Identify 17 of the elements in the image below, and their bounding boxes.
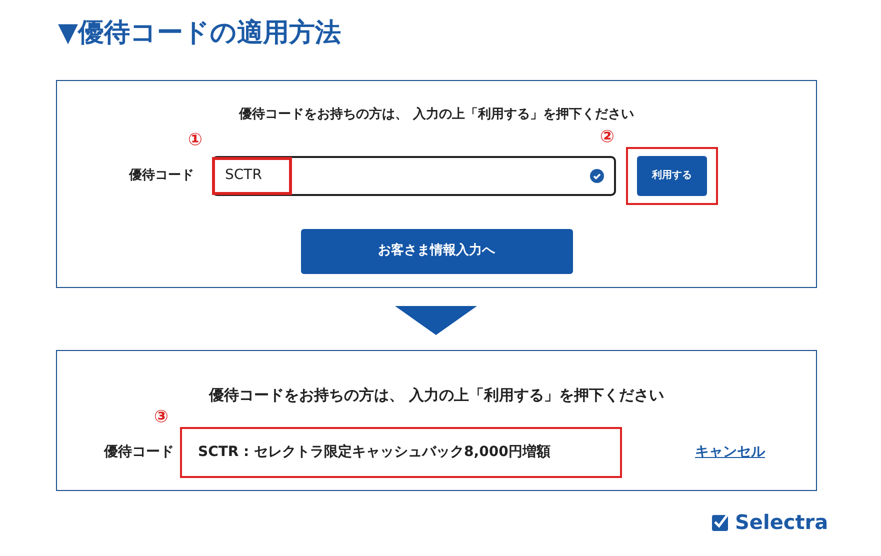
cancel-link[interactable]: キャンセル bbox=[695, 442, 765, 462]
down-arrow-icon bbox=[395, 306, 477, 335]
step-marker: ③ bbox=[154, 408, 168, 426]
applied-code-text: SCTR : セレクトラ限定キャッシュバック8,000円増額 bbox=[198, 442, 550, 462]
instruction-text: 優待コードをお持ちの方は、 入力の上「利用する」を押下ください bbox=[239, 106, 634, 124]
instruction-text: 優待コードをお持ちの方は、 入力の上「利用する」を押下ください bbox=[208, 385, 664, 406]
checkbox-logo-icon bbox=[711, 512, 731, 532]
step-marker: ② bbox=[600, 128, 614, 146]
step-marker: ① bbox=[188, 132, 202, 148]
next-button[interactable]: お客さま情報入力へ bbox=[300, 228, 572, 274]
field-label: 優待コード bbox=[129, 166, 194, 185]
check-icon bbox=[590, 168, 604, 182]
brand-logo: Selectra bbox=[735, 512, 828, 532]
code-value-highlight: SCTR bbox=[212, 156, 292, 194]
page-title: ▼優待コードの適用方法 bbox=[58, 20, 341, 46]
apply-button[interactable]: 利用する bbox=[637, 156, 707, 196]
field-label: 優待コード bbox=[104, 442, 174, 462]
